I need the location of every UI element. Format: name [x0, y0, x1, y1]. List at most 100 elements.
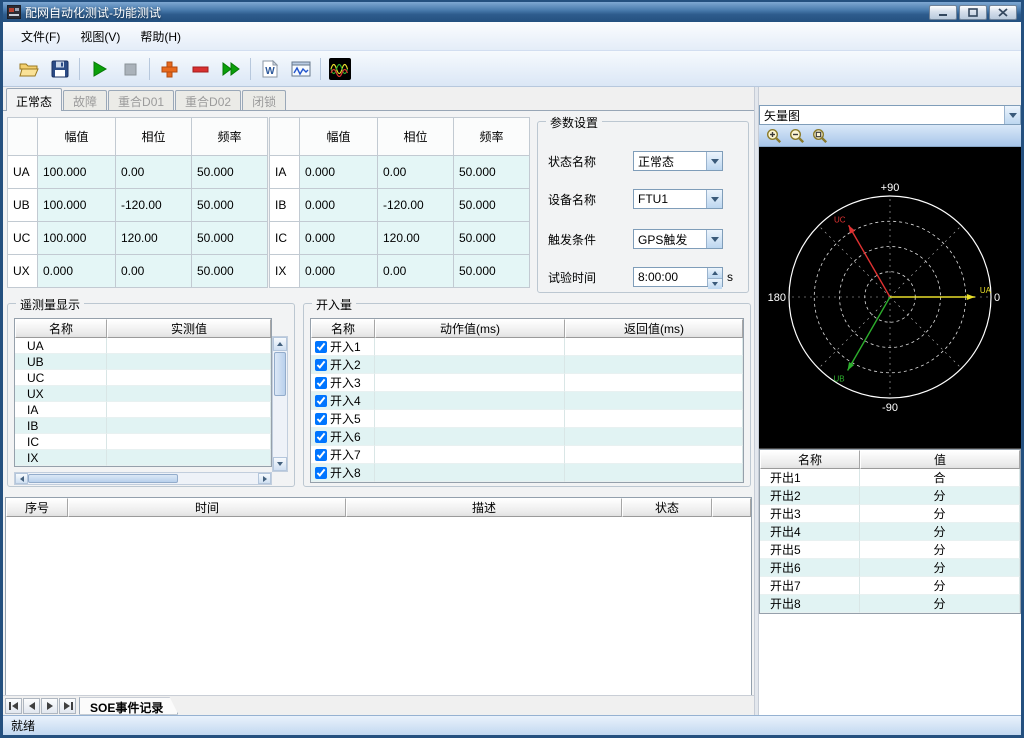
output-state: 合: [860, 469, 1020, 487]
tab-fault[interactable]: 故障: [63, 90, 107, 110]
zoom-fit-button[interactable]: [811, 127, 828, 144]
input-label: 开入2: [330, 356, 361, 373]
amplitude-cell[interactable]: 100.000: [38, 222, 116, 255]
frequency-cell[interactable]: 50.000: [192, 222, 268, 255]
last-record-button[interactable]: [59, 698, 76, 714]
minimize-button[interactable]: [929, 5, 957, 20]
frequency-cell[interactable]: 50.000: [192, 189, 268, 222]
frequency-cell[interactable]: 50.000: [192, 156, 268, 189]
input-checkbox[interactable]: [315, 377, 327, 389]
input-checkbox[interactable]: [315, 359, 327, 371]
scroll-up-button[interactable]: [273, 337, 287, 351]
test-time-spinner[interactable]: 8:00:00: [633, 267, 723, 287]
phase-cell[interactable]: -120.00: [378, 189, 454, 222]
first-record-button[interactable]: [5, 698, 22, 714]
menu-file[interactable]: 文件(F): [11, 24, 70, 49]
scrollbar-thumb[interactable]: [28, 474, 178, 483]
event-table-body[interactable]: [6, 517, 751, 695]
frequency-cell[interactable]: 50.000: [454, 189, 530, 222]
view-selector-combo[interactable]: 矢量图: [759, 105, 1021, 125]
amplitude-cell[interactable]: 0.000: [300, 222, 378, 255]
stop-button[interactable]: [116, 55, 144, 82]
telemetry-value: [107, 354, 271, 370]
amplitude-cell[interactable]: 0.000: [300, 189, 378, 222]
remove-state-button[interactable]: [186, 55, 214, 82]
chevron-down-icon[interactable]: [706, 190, 722, 208]
run-all-button[interactable]: [217, 55, 245, 82]
scroll-down-button[interactable]: [273, 457, 287, 471]
action-value-cell: [375, 392, 565, 410]
svg-text:W: W: [265, 66, 275, 77]
waveform-button[interactable]: [326, 55, 354, 82]
arrow-left-icon: [17, 476, 24, 482]
frequency-cell[interactable]: 50.000: [454, 156, 530, 189]
phase-cell[interactable]: -120.00: [116, 189, 192, 222]
scope-button[interactable]: [287, 55, 315, 82]
scroll-left-button[interactable]: [15, 473, 28, 484]
telemetry-value: [107, 418, 271, 434]
chevron-down-icon[interactable]: [706, 152, 722, 170]
spin-down-icon[interactable]: [708, 278, 722, 289]
output-name: 开出5: [760, 541, 860, 559]
frequency-cell[interactable]: 50.000: [192, 255, 268, 288]
trigger-condition-combo[interactable]: GPS触发: [633, 229, 723, 249]
device-name-combo[interactable]: FTU1: [633, 189, 723, 209]
output-row: 开出1合: [760, 469, 1020, 487]
input-label: 开入6: [330, 428, 361, 445]
save-button[interactable]: [46, 55, 74, 82]
frequency-cell[interactable]: 50.000: [454, 255, 530, 288]
scrollbar-thumb[interactable]: [274, 352, 286, 396]
amplitude-cell[interactable]: 100.000: [38, 189, 116, 222]
input-checkbox[interactable]: [315, 395, 327, 407]
phase-cell[interactable]: 0.00: [116, 156, 192, 189]
chevron-down-icon[interactable]: [1004, 106, 1020, 124]
phase-cell[interactable]: 0.00: [378, 255, 454, 288]
scroll-right-button[interactable]: [258, 473, 271, 484]
input-checkbox[interactable]: [315, 413, 327, 425]
menu-view[interactable]: 视图(V): [70, 24, 130, 49]
zoom-in-button[interactable]: [765, 127, 782, 144]
phase-cell[interactable]: 120.00: [116, 222, 192, 255]
status-bar: 就绪: [3, 715, 1021, 735]
amplitude-cell[interactable]: 0.000: [38, 255, 116, 288]
next-record-button[interactable]: [41, 698, 58, 714]
output-row: 开出5分: [760, 541, 1020, 559]
amplitude-cell[interactable]: 100.000: [38, 156, 116, 189]
input-checkbox[interactable]: [315, 341, 327, 353]
input-checkbox[interactable]: [315, 431, 327, 443]
input-checkbox[interactable]: [315, 467, 327, 479]
open-button[interactable]: [15, 55, 43, 82]
row-label: UX: [8, 255, 38, 288]
chevron-down-icon[interactable]: [706, 230, 722, 248]
horizontal-scrollbar[interactable]: [14, 472, 272, 485]
tab-reclose-d02[interactable]: 重合D02: [175, 90, 241, 110]
voltage-row-ua: UA 100.000 0.00 50.000: [8, 156, 268, 189]
word-report-button[interactable]: W: [256, 55, 284, 82]
tab-normal-state[interactable]: 正常态: [6, 88, 62, 111]
close-button[interactable]: [989, 5, 1017, 20]
input-checkbox[interactable]: [315, 449, 327, 461]
scope-icon: [291, 60, 311, 78]
phase-cell[interactable]: 0.00: [116, 255, 192, 288]
frequency-cell[interactable]: 50.000: [454, 222, 530, 255]
vertical-scrollbar[interactable]: [272, 336, 288, 472]
phase-cell[interactable]: 120.00: [378, 222, 454, 255]
tab-lockout[interactable]: 闭锁: [242, 90, 286, 110]
tab-soe-events[interactable]: SOE事件记录: [79, 697, 178, 715]
state-name-combo[interactable]: 正常态: [633, 151, 723, 171]
return-value-header: 返回值(ms): [565, 319, 743, 338]
amplitude-cell[interactable]: 0.000: [300, 255, 378, 288]
prev-record-button[interactable]: [23, 698, 40, 714]
zoom-out-button[interactable]: [788, 127, 805, 144]
menu-help[interactable]: 帮助(H): [130, 24, 191, 49]
tab-reclose-d01[interactable]: 重合D01: [108, 90, 174, 110]
start-button[interactable]: [85, 55, 113, 82]
close-icon: [998, 8, 1008, 17]
spin-up-icon[interactable]: [708, 268, 722, 278]
amplitude-cell[interactable]: 0.000: [300, 156, 378, 189]
output-name: 开出6: [760, 559, 860, 577]
add-state-button[interactable]: [155, 55, 183, 82]
phase-cell[interactable]: 0.00: [378, 156, 454, 189]
maximize-button[interactable]: [959, 5, 987, 20]
telemetry-name: UB: [15, 354, 107, 370]
